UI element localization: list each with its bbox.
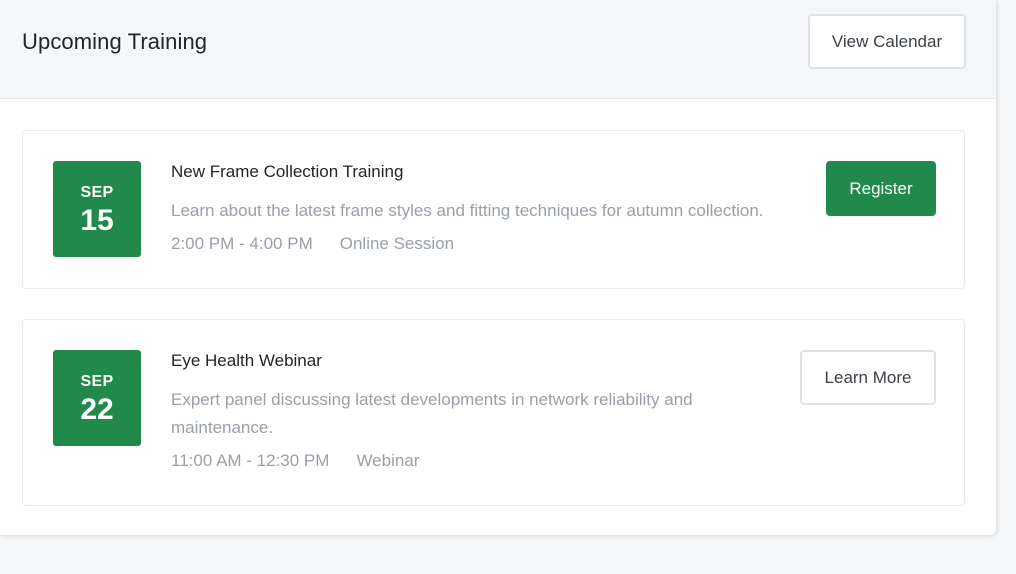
view-calendar-button[interactable]: View Calendar <box>808 14 966 69</box>
event-body: Eye Health Webinar Expert panel discussi… <box>171 350 741 472</box>
event-description: Learn about the latest frame styles and … <box>171 201 764 220</box>
event-body: New Frame Collection Training Learn abou… <box>171 161 811 255</box>
event-time: 2:00 PM - 4:00 PM <box>171 234 313 253</box>
register-button[interactable]: Register <box>826 161 936 216</box>
date-day: 22 <box>80 393 114 426</box>
upcoming-training-panel: Upcoming Training View Calendar SEP 15 N… <box>0 0 996 535</box>
date-badge: SEP 15 <box>53 161 141 257</box>
event-meta: 2:00 PM - 4:00 PM Online Session <box>171 233 811 255</box>
date-month: SEP <box>80 373 114 390</box>
event-description: Expert panel discussing latest developme… <box>171 390 693 437</box>
panel-title: Upcoming Training <box>22 29 208 54</box>
event-title: Eye Health Webinar <box>171 351 322 370</box>
event-location: Online Session <box>339 234 455 253</box>
event-title: New Frame Collection Training <box>171 162 404 181</box>
date-badge: SEP 22 <box>53 350 141 446</box>
event-card: SEP 22 Eye Health Webinar Expert panel d… <box>22 319 965 506</box>
learn-more-button[interactable]: Learn More <box>800 350 936 405</box>
event-location: Webinar <box>356 451 420 470</box>
event-card: SEP 15 New Frame Collection Training Lea… <box>22 130 965 289</box>
event-meta: 11:00 AM - 12:30 PM Webinar <box>171 450 741 472</box>
date-day: 15 <box>80 204 114 237</box>
panel-header: Upcoming Training View Calendar <box>0 0 996 99</box>
date-month: SEP <box>80 184 114 201</box>
event-time: 11:00 AM - 12:30 PM <box>171 451 330 470</box>
